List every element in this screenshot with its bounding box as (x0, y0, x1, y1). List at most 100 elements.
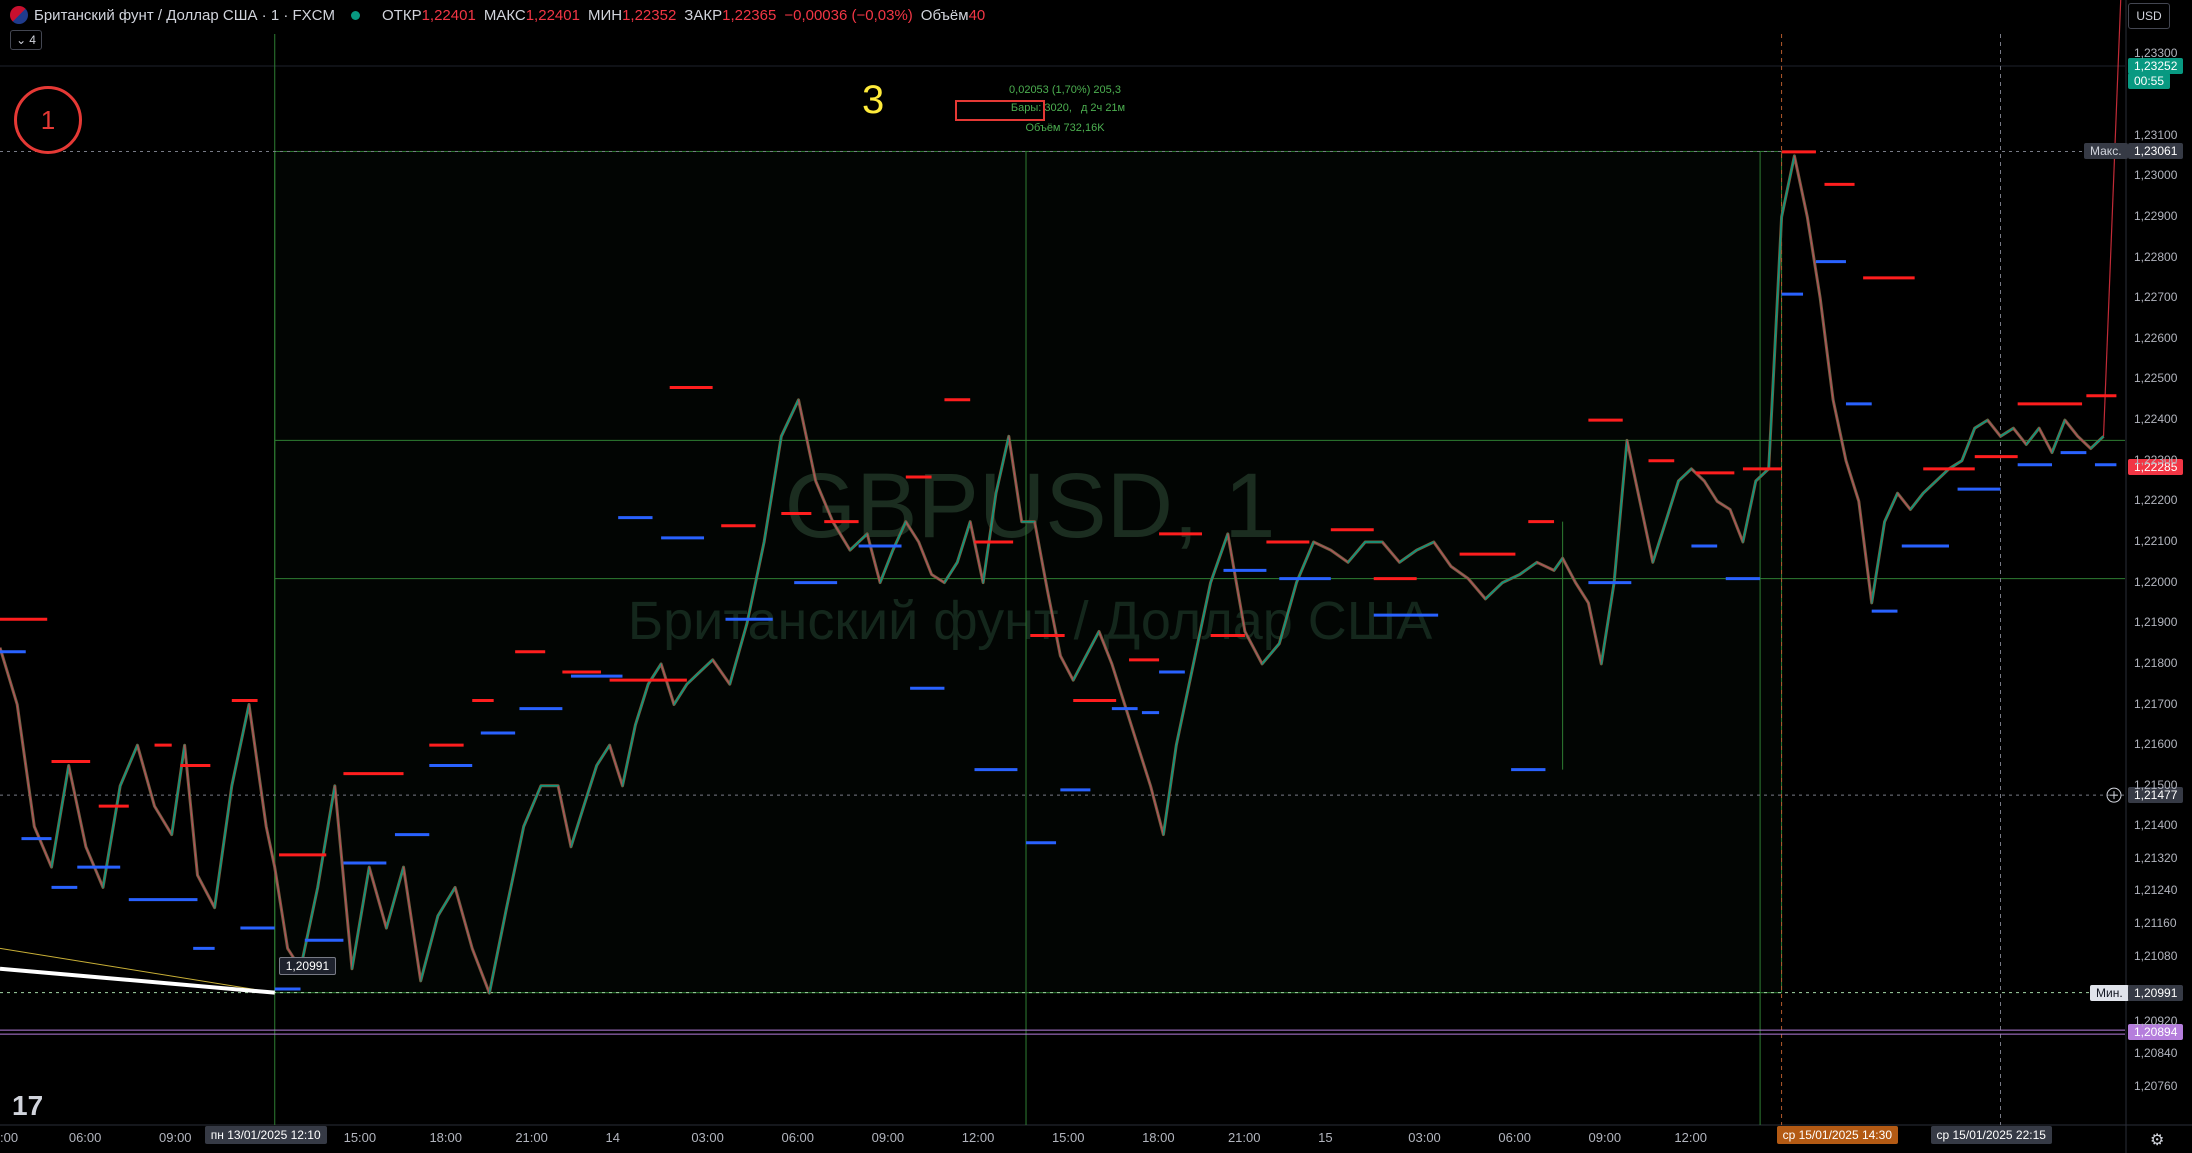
x-highlight-label: пн 13/01/2025 12:10 (204, 1126, 327, 1144)
trendline-white (0, 966, 275, 995)
price-segment (1909, 492, 1924, 510)
max-price-label: 1,23061 (2128, 143, 2184, 160)
x-tick-label: 15:00 (1051, 1130, 1085, 1145)
text-annotation-3[interactable]: 3 (862, 78, 884, 123)
x-tick-label: 06:00 (1498, 1130, 1531, 1145)
price-segment (1858, 501, 1873, 604)
x-tick-label: 03:00 (691, 1130, 724, 1145)
y-tick-label: 1,22900 (2134, 208, 2178, 223)
y-tick-label: 1,21320 (2134, 850, 2178, 865)
price-segment (33, 826, 53, 868)
price-segment (1974, 419, 1988, 429)
x-tick-label: 03:00 (1408, 1130, 1441, 1145)
price-segment (1832, 399, 1847, 461)
low-price-callout: 1,20991 (278, 956, 337, 975)
x-tick-label: 12:00 (961, 1130, 995, 1145)
y-tick-label: 1,22400 (2134, 412, 2178, 427)
price-segment (196, 874, 216, 909)
x-tick-label: 18:00 (1142, 1130, 1175, 1145)
price-segment (231, 704, 250, 786)
x-tick-label: 09:00 (1588, 1130, 1622, 1145)
price-segment (1884, 492, 1899, 522)
tradingview-logo[interactable]: 17 (12, 1090, 43, 1122)
price-segment (1793, 155, 1808, 217)
x-tick-label: 12:00 (1674, 1130, 1707, 1145)
y-tick-label: 1,22600 (2134, 330, 2178, 345)
y-tick-label: 1,22000 (2134, 574, 2178, 589)
x-tick-label: 14 (605, 1130, 620, 1145)
measure-rectangle (274, 150, 1783, 994)
max-label-tag: Макс. (2084, 143, 2128, 160)
price-segment (1961, 427, 1976, 461)
y-tick-label: 1,23100 (2134, 127, 2178, 142)
price-segment (2051, 419, 2066, 453)
last-price-label: 1,23252 (2128, 58, 2184, 74)
price-segment (0, 647, 18, 705)
x-tick-label: 06:00 (68, 1130, 102, 1145)
y-tick-label: 1,20760 (2134, 1078, 2178, 1093)
measure-duration: д 2ч 21м (1080, 102, 1126, 114)
y-tick-label: 1,22700 (2134, 290, 2178, 305)
x-tick-label: 09:00 (159, 1130, 192, 1145)
y-tick-label: 1,21080 (2134, 948, 2178, 963)
price-segment (2000, 427, 2014, 437)
y-tick-label: 1,21700 (2134, 696, 2178, 711)
x-highlight-label: ср 15/01/2025 22:15 (1930, 1126, 2052, 1144)
price-segment (1819, 298, 1834, 400)
price-segment (1871, 521, 1886, 604)
price-segment (214, 785, 233, 908)
y-tick-label: 1,21600 (2134, 737, 2178, 752)
x-tick-label: 21:00 (515, 1130, 548, 1145)
measure-price-change: 0,02053 (1,70%) 205,3 (1009, 84, 1121, 96)
price-segment (119, 744, 138, 787)
price-segment (265, 826, 276, 868)
price-segment (1987, 419, 2001, 437)
price-segment (2102, 0, 2122, 437)
y-tick-label: 1,22800 (2134, 249, 2178, 264)
bar-countdown-label: 00:55 (2128, 73, 2171, 89)
y-tick-label: 1,21800 (2134, 655, 2178, 670)
y-tick-label: 1,23000 (2134, 168, 2178, 183)
price-segment (2077, 435, 2092, 449)
min-label-tag: Мин. (2090, 984, 2129, 1001)
price-segment (50, 765, 70, 868)
y-tick-label: 1,21160 (2134, 915, 2177, 930)
x-tick-label: :00 (0, 1130, 19, 1145)
y-tick-label: 1,22500 (2134, 371, 2178, 386)
x-tick-label: 15:00 (343, 1130, 377, 1145)
price-segment (16, 704, 35, 827)
x-highlight-label: ср 15/01/2025 14:30 (1776, 1126, 1898, 1144)
x-tick-label: 18:00 (429, 1130, 462, 1145)
y-tick-label: 1,21900 (2134, 615, 2178, 630)
price-segment (1935, 468, 1950, 482)
circle-annotation-1[interactable]: 1 (14, 86, 82, 154)
y-tick-label: 1,22200 (2134, 493, 2178, 508)
measure-volume: Объём 732,16K (1025, 122, 1105, 134)
price-chart[interactable] (0, 0, 2192, 1153)
y-tick-label: 1,21400 (2134, 818, 2178, 833)
y-tick-label: 1,20840 (2134, 1046, 2178, 1061)
y-tick-label: 1,22100 (2134, 533, 2178, 548)
x-tick-label: 21:00 (1227, 1130, 1261, 1145)
min-price-label: 1,20991 (2128, 984, 2184, 1001)
settings-gear-icon[interactable]: ⚙ (2150, 1130, 2164, 1150)
price-segment (2090, 435, 2104, 449)
price-segment (1922, 480, 1937, 494)
y-tick-label: 1,21240 (2134, 883, 2178, 898)
price-segment (2025, 427, 2040, 445)
price-segment (1806, 216, 1821, 299)
x-tick-label: 06:00 (781, 1130, 815, 1145)
price-segment (1897, 492, 1911, 510)
x-tick-label: 09:00 (871, 1130, 905, 1145)
y-tick-label: 1,23300 (2134, 46, 2178, 61)
y-tick-label: 1,22300 (2134, 452, 2178, 467)
price-segment (136, 745, 156, 807)
price-segment (154, 805, 173, 835)
price-segment (248, 704, 267, 827)
price-segment (1780, 155, 1796, 217)
price-segment (68, 765, 87, 847)
measure-highlight-box (955, 100, 1045, 121)
y-tick-label: 1,21500 (2134, 777, 2178, 792)
price-segment (1845, 460, 1860, 502)
price-segment (2012, 427, 2027, 445)
